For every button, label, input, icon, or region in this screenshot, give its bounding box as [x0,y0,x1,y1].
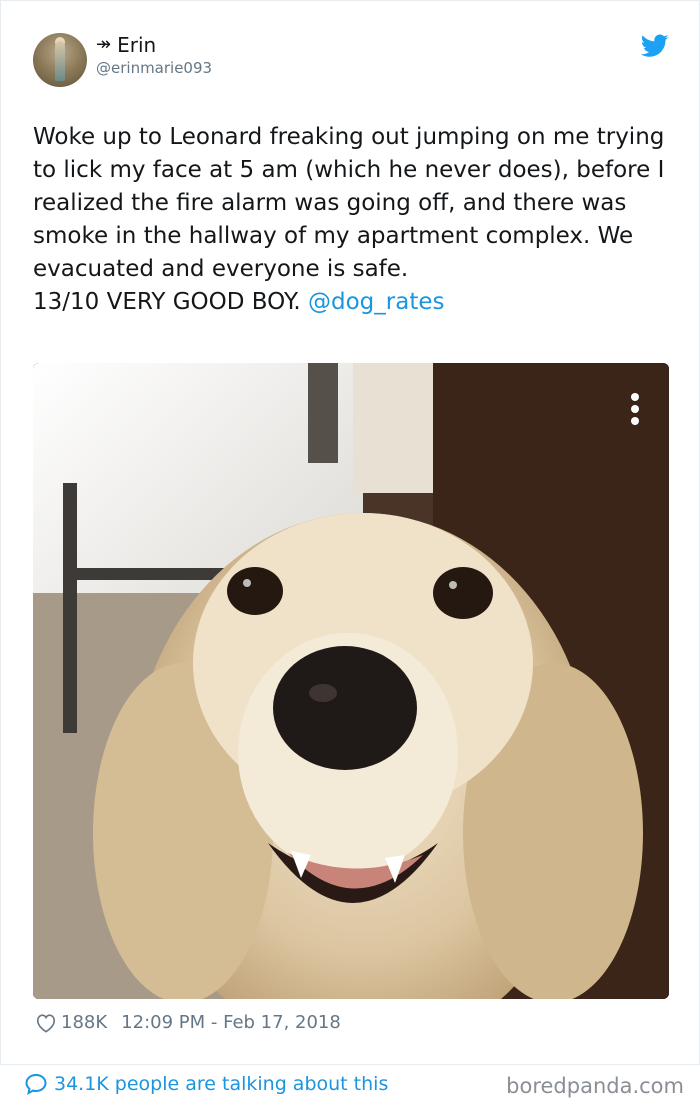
talking-link[interactable]: 34.1K people are talking about this [24,1072,388,1096]
user-handle[interactable]: @erinmarie093 [96,59,212,77]
tweet-text: Woke up to Leonard freaking out jumping … [33,121,673,319]
watermark: boredpanda.com [506,1074,684,1098]
twitter-bird-icon[interactable] [641,34,669,58]
double-right-arrow-icon: ↠ [96,34,112,55]
dog-photo[interactable] [33,363,669,999]
tweet-body: Woke up to Leonard freaking out jumping … [33,124,665,315]
mention-link[interactable]: @dog_rates [308,289,444,315]
tweet-card: ↠ Erin @erinmarie093 Woke up to Leonard … [0,0,700,1064]
speech-bubble-icon [25,1073,47,1095]
footer-divider [0,1064,700,1065]
avatar[interactable] [33,33,87,87]
heart-icon[interactable] [35,1013,57,1033]
author-name-row[interactable]: ↠ Erin [96,33,156,57]
timestamp[interactable]: 12:09 PM - Feb 17, 2018 [121,1012,341,1033]
tweet-meta: 188K 12:09 PM - Feb 17, 2018 [35,1012,341,1033]
avatar-figure [55,41,65,81]
like-count[interactable]: 188K [61,1012,107,1033]
display-name[interactable]: Erin [117,33,156,57]
dog-photo-image [33,363,669,999]
talking-count[interactable]: 34.1K people are talking about this [54,1073,388,1095]
